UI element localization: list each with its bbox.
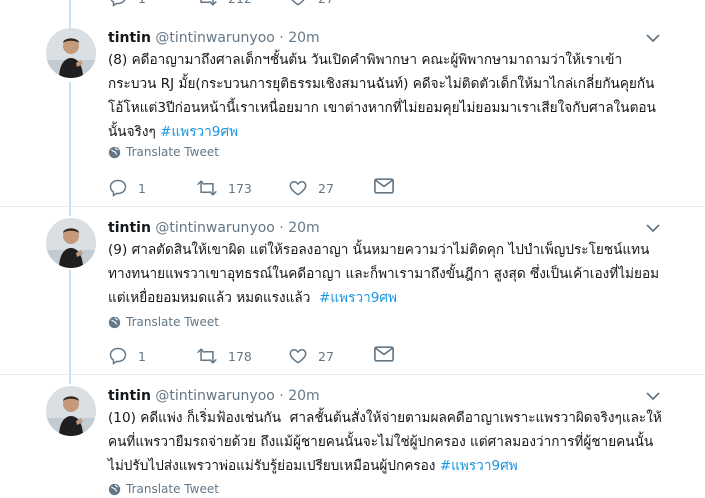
reply-count: 1 — [138, 348, 146, 364]
heart-icon — [289, 348, 307, 364]
like-count: 27 — [318, 0, 334, 6]
direct-message-button[interactable] — [374, 346, 394, 362]
retweet-icon — [197, 180, 217, 196]
translate-label: Translate Tweet — [126, 482, 219, 496]
translate-label: Translate Tweet — [126, 145, 219, 159]
timestamp[interactable]: 20m — [288, 220, 319, 236]
tweet-header: tintin @tintinwarunyoo · 20m — [108, 386, 320, 406]
like-button[interactable]: 27 — [288, 0, 334, 8]
translate-label: Translate Tweet — [126, 315, 219, 329]
retweet-count: 173 — [228, 180, 252, 196]
tweet-text: (9) ศาลตัดสินให้เขาผิด แต่ให้รอลงอาญา นั… — [108, 238, 668, 310]
separator: · — [279, 30, 284, 46]
tweet-actions: 1 212 27 — [108, 0, 408, 8]
translate-tweet-link[interactable]: Translate Tweet — [108, 482, 219, 496]
globe-icon — [108, 146, 121, 158]
retweet-icon — [197, 348, 217, 364]
like-button[interactable]: 27 — [288, 178, 334, 198]
globe-icon — [108, 483, 121, 495]
hashtag-link[interactable]: #แพรวา9ศพ — [440, 458, 518, 474]
avatar[interactable] — [46, 28, 96, 78]
avatar[interactable] — [46, 386, 96, 436]
reply-button[interactable]: 1 — [108, 178, 146, 198]
tweet-header: tintin @tintinwarunyoo · 20m — [108, 28, 320, 48]
timestamp[interactable]: 20m — [288, 30, 319, 46]
reply-button[interactable]: 1 — [108, 346, 146, 366]
retweet-button[interactable]: 178 — [196, 346, 252, 366]
display-name[interactable]: tintin — [108, 30, 151, 46]
like-button[interactable]: 27 — [288, 346, 334, 366]
user-handle[interactable]: @tintinwarunyoo — [155, 388, 274, 404]
retweet-count: 178 — [228, 348, 252, 364]
user-handle[interactable]: @tintinwarunyoo — [155, 220, 274, 236]
retweet-count: 212 — [228, 0, 252, 6]
reply-count: 1 — [138, 180, 146, 196]
envelope-icon — [374, 346, 394, 362]
envelope-icon — [374, 178, 394, 194]
reply-icon — [109, 179, 127, 197]
globe-icon — [108, 316, 121, 328]
retweet-button[interactable]: 212 — [196, 0, 252, 8]
separator: · — [279, 220, 284, 236]
avatar[interactable] — [46, 218, 96, 268]
reply-button[interactable]: 1 — [108, 0, 146, 8]
chevron-down-icon[interactable] — [646, 224, 660, 233]
thread-line — [69, 0, 71, 30]
tweet[interactable]: tintin @tintinwarunyoo · 20m (8) คดีอาญา… — [0, 28, 705, 213]
reply-icon — [110, 0, 126, 7]
heart-icon — [291, 0, 305, 6]
tweet-text: (8) คดีอาญามาถึงศาลเด็กฯชั้นต้น วันเปิดค… — [108, 48, 668, 144]
hashtag-link[interactable]: #แพรวา9ศพ — [319, 290, 397, 306]
tweet-body: (10) คดีแพ่ง ก็เริ่มฟ้องเช่นกัน ศาลชั้นต… — [108, 410, 662, 474]
display-name[interactable]: tintin — [108, 388, 151, 404]
tweet[interactable]: tintin @tintinwarunyoo · 20m (10) คดีแพ่… — [0, 386, 705, 498]
reply-icon — [109, 347, 127, 365]
separator: · — [279, 388, 284, 404]
like-count: 27 — [318, 180, 334, 196]
direct-message-button[interactable] — [374, 178, 394, 194]
tweet-text: (10) คดีแพ่ง ก็เริ่มฟ้องเช่นกัน ศาลชั้นต… — [108, 406, 668, 478]
reply-count: 1 — [138, 0, 146, 6]
display-name[interactable]: tintin — [108, 220, 151, 236]
like-count: 27 — [318, 348, 334, 364]
chevron-down-icon[interactable] — [646, 392, 660, 401]
tweet[interactable]: tintin @tintinwarunyoo · 20m (9) ศาลตัดส… — [0, 218, 705, 378]
user-handle[interactable]: @tintinwarunyoo — [155, 30, 274, 46]
tweet-divider — [0, 206, 705, 207]
tweet-header: tintin @tintinwarunyoo · 20m — [108, 218, 320, 238]
retweet-button[interactable]: 173 — [196, 178, 252, 198]
retweet-icon — [200, 0, 217, 6]
hashtag-link[interactable]: #แพรวา9ศพ — [160, 124, 238, 140]
translate-tweet-link[interactable]: Translate Tweet — [108, 145, 219, 159]
tweet-divider — [0, 374, 705, 375]
timestamp[interactable]: 20m — [288, 388, 319, 404]
heart-icon — [289, 180, 307, 196]
translate-tweet-link[interactable]: Translate Tweet — [108, 315, 219, 329]
chevron-down-icon[interactable] — [646, 34, 660, 43]
tweet-actions: 1 178 27 — [108, 346, 408, 366]
tweet-actions: 1 173 27 — [108, 178, 408, 198]
